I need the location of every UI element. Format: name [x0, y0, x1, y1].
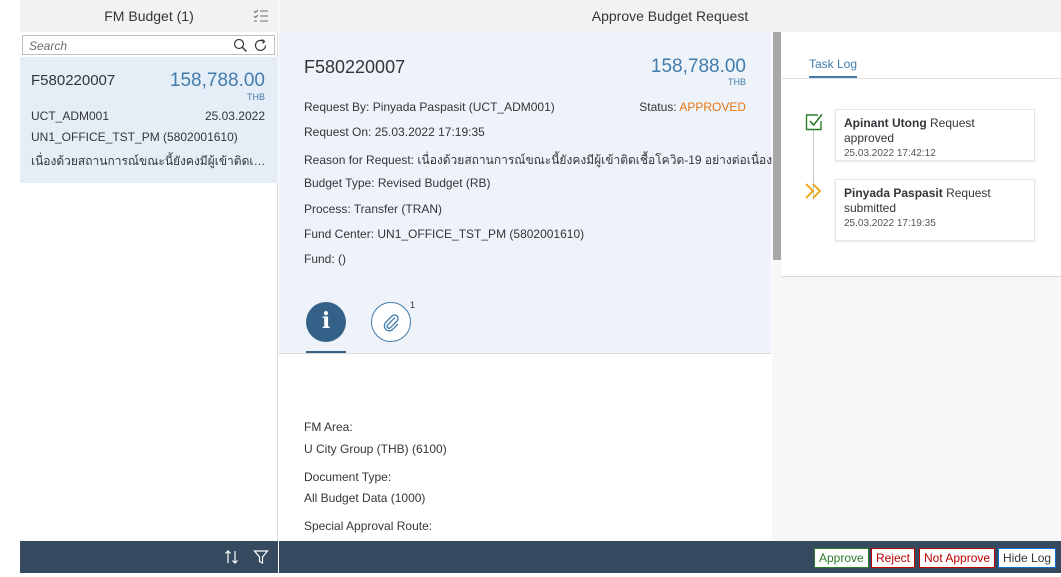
attachments-count: 1 [410, 300, 416, 310]
actor-name: Apinant Utong [844, 116, 927, 130]
tab-divider [782, 78, 1061, 79]
filter-icon[interactable] [253, 549, 269, 565]
request-id: F580220007 [304, 57, 406, 77]
task-log-entry-text: Apinant Utong Request approved [844, 116, 1026, 146]
special-approval-route-label: Special Approval Route: [304, 519, 433, 533]
double-chevron-submit-icon [805, 183, 822, 199]
tab-divider [279, 353, 771, 354]
list-item-date: 25.03.2022 [204, 109, 265, 123]
entry-timestamp: 25.03.2022 17:19:35 [844, 218, 936, 229]
document-type-label: Document Type: [304, 470, 392, 484]
page-title: Approve Budget Request [591, 8, 749, 24]
tab-information[interactable]: i [306, 302, 346, 342]
attr-process: Process: Transfer (TRAN) [304, 202, 443, 216]
fm-area-label: FM Area: [304, 420, 353, 434]
paperclip-icon [383, 314, 399, 332]
master-title: FM Budget (1) [104, 8, 194, 24]
fm-area-value: U City Group (THB) (6100) [304, 442, 447, 456]
actor-name: Pinyada Paspasit [844, 186, 943, 200]
hide-log-button[interactable]: Hide Log [998, 548, 1057, 568]
entry-timestamp: 25.03.2022 17:42:12 [844, 148, 936, 159]
not-approve-button[interactable]: Not Approve [919, 548, 996, 568]
document-type-value: All Budget Data (1000) [304, 491, 426, 505]
status-value: APPROVED [679, 100, 746, 114]
search-input[interactable] [29, 38, 219, 53]
list-item[interactable]: F580220007 158,788.00 THB UCT_ADM001 25.… [20, 57, 278, 183]
list-item-id: F580220007 [31, 72, 116, 89]
search-field[interactable] [22, 35, 275, 55]
attr-request-on: Request On: 25.03.2022 17:19:35 [304, 125, 485, 139]
master-header: FM Budget (1) [20, 0, 278, 32]
checkbox-approved-icon [805, 113, 823, 131]
tab-attachments[interactable] [371, 302, 411, 342]
list-item-currency: THB [247, 92, 265, 102]
refresh-icon[interactable] [253, 38, 268, 53]
multi-select-list-icon[interactable] [253, 8, 269, 24]
list-item-reason: เนื่องด้วยสถานการณ์ขณะนี้ยังคงมีผู้เข้าต… [31, 154, 267, 168]
master-list-pane: FM Budget (1) F580220007 158,788.00 THB … [20, 0, 278, 541]
attr-fund: Fund: () [304, 252, 347, 266]
detail-scrollbar[interactable] [772, 32, 782, 541]
list-item-amount: 158,788.00 [169, 70, 265, 91]
info-icon: i [321, 308, 331, 334]
task-log-entry-text: Pinyada Paspasit Request submitted [844, 186, 1026, 216]
object-header: F580220007 158,788.00 THB Status: APPROV… [279, 32, 773, 354]
status-badge: Status: APPROVED [639, 100, 746, 114]
reject-button[interactable]: Reject [871, 548, 916, 568]
task-log-entry: Apinant Utong Request approved 25.03.202… [835, 109, 1035, 161]
tab-task-log[interactable]: Task Log [809, 57, 857, 71]
scrollbar-thumb[interactable] [773, 32, 781, 260]
attr-request-by: Request By: Pinyada Paspasit (UCT_ADM001… [304, 100, 555, 114]
request-amount: 158,788.00 [650, 56, 746, 77]
sort-icon[interactable] [224, 549, 240, 565]
status-label: Status: [639, 100, 677, 114]
attr-reason: Reason for Request: เนื่องด้วยสถานการณ์ข… [304, 153, 773, 167]
task-log-entry: Pinyada Paspasit Request submitted 25.03… [835, 179, 1035, 241]
list-item-fund-center: UN1_OFFICE_TST_PM (5802001610) [31, 130, 238, 144]
detail-footer-toolbar: Approve Reject Not Approve Hide Log [279, 541, 1061, 573]
task-log-panel: Task Log Apinant Utong Request approved … [782, 32, 1061, 541]
list-item-user: UCT_ADM001 [31, 109, 110, 123]
attr-fund-center: Fund Center: UN1_OFFICE_TST_PM (58020016… [304, 227, 585, 241]
approve-button[interactable]: Approve [814, 548, 869, 568]
search-icon[interactable] [233, 38, 248, 53]
master-footer-toolbar [20, 541, 278, 573]
request-currency: THB [728, 77, 746, 87]
attr-budget-type: Budget Type: Revised Budget (RB) [304, 176, 491, 190]
task-log-empty-area [782, 276, 1061, 541]
